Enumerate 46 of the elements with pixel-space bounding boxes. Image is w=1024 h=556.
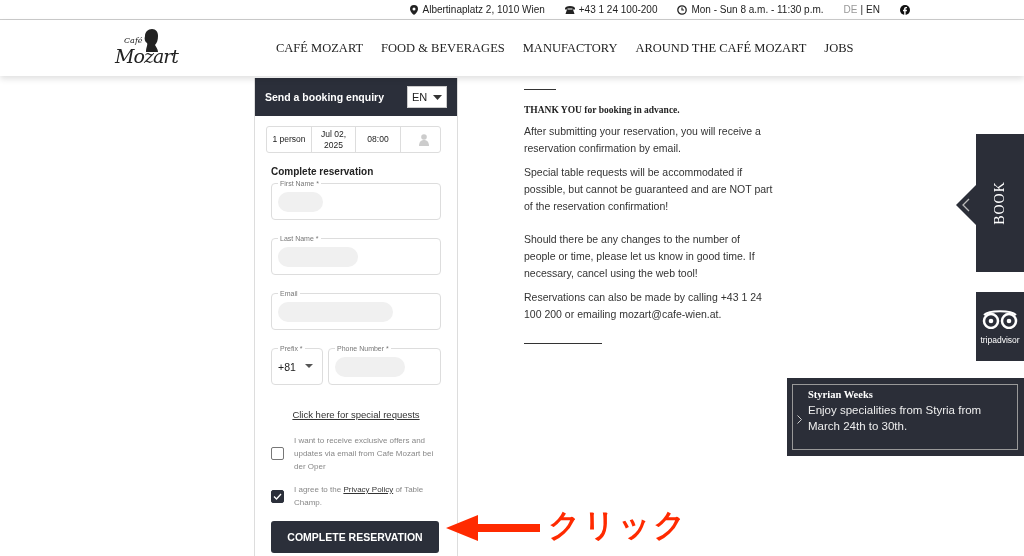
info-paragraph: Special table requests will be accommodated if possible, but cannot be guaranteed and are NOT part of the reservation confirmation! [524,165,774,214]
language-select[interactable]: EN [407,86,447,108]
checkbox-label: I agree to the Privacy Policy of Table Champ. [294,484,425,509]
annotation-text: クリック [548,505,688,546]
promo-text: Enjoy specialities from Styria from March 24th to 30th. [808,403,983,434]
nav-link[interactable]: MANUFACTORY [522,40,618,56]
promo-title: Styrian Weeks [808,389,874,400]
info-paragraph: Reservations can also be made by calling +43 1 24 100 200 or emailing mozart@cafe-wien.at. [524,290,763,322]
phone-icon [564,5,575,14]
complete-reservation-button[interactable]: COMPLETE RESERVATION [271,521,439,553]
info-paragraph: Should there be any changes to the number of people or time, please let us know in good time. If necessary, cancel using the web tool! [524,232,756,281]
promo-banner[interactable]: Styrian Weeks Enjoy specialities from Styria from March 24th to 30th. [787,378,1024,456]
address-text: Albertinaplatz 2, 1010 Wien [422,4,545,15]
tripadvisor-badge[interactable]: tripadvisor [976,292,1024,361]
clock-icon [677,4,688,15]
language-link[interactable]: EN [866,4,880,15]
nav-link[interactable]: JOBS [824,40,854,56]
logo-text: Café [124,36,143,45]
checkbox-label: I want to receive exclusive offers and updates via email from Cafe Mozart bei der Oper [294,435,435,473]
chevron-left-icon[interactable] [956,185,976,225]
owl-icon [980,308,1020,329]
caret-icon [305,364,313,368]
form-title: Send a booking enquiry [265,91,384,103]
section-heading: Complete reservation [271,166,375,177]
checkbox[interactable] [271,447,284,460]
info-paragraph: After submitting your reservation, you will receive a reservation confirmation by email. [524,124,762,156]
person-icon [419,133,429,146]
summary-cell[interactable]: Jul 02, 2025 [312,127,356,152]
checkbox[interactable] [271,489,284,503]
caret-icon [433,94,442,100]
separator-text: | [860,4,864,15]
info-heading: THANK YOU for booking in advance. [524,105,681,115]
tripadvisor-text: tripadvisor [980,334,1020,345]
chevron-right-icon [797,415,802,424]
location-pin-icon [410,4,419,15]
phone-text: +43 1 24 100-200 [578,4,658,15]
nav-link[interactable]: CAFÉ MOZART [276,40,364,56]
nav-link[interactable]: AROUND THE CAFÉ MOZART [635,40,807,56]
summary-cell[interactable]: 1 person [267,127,312,152]
nav-link[interactable]: FOOD & BEVERAGES [381,40,505,56]
facebook-icon[interactable] [900,4,910,15]
hours-text: Mon - Sun 8 a.m. - 11:30 p.m. [691,4,824,15]
special-requests-link[interactable]: Click here for special requests [271,409,441,420]
logo-text: Mozart [115,45,178,67]
summary-cell[interactable]: 08:00 [356,127,401,152]
arrow-icon [446,515,540,541]
